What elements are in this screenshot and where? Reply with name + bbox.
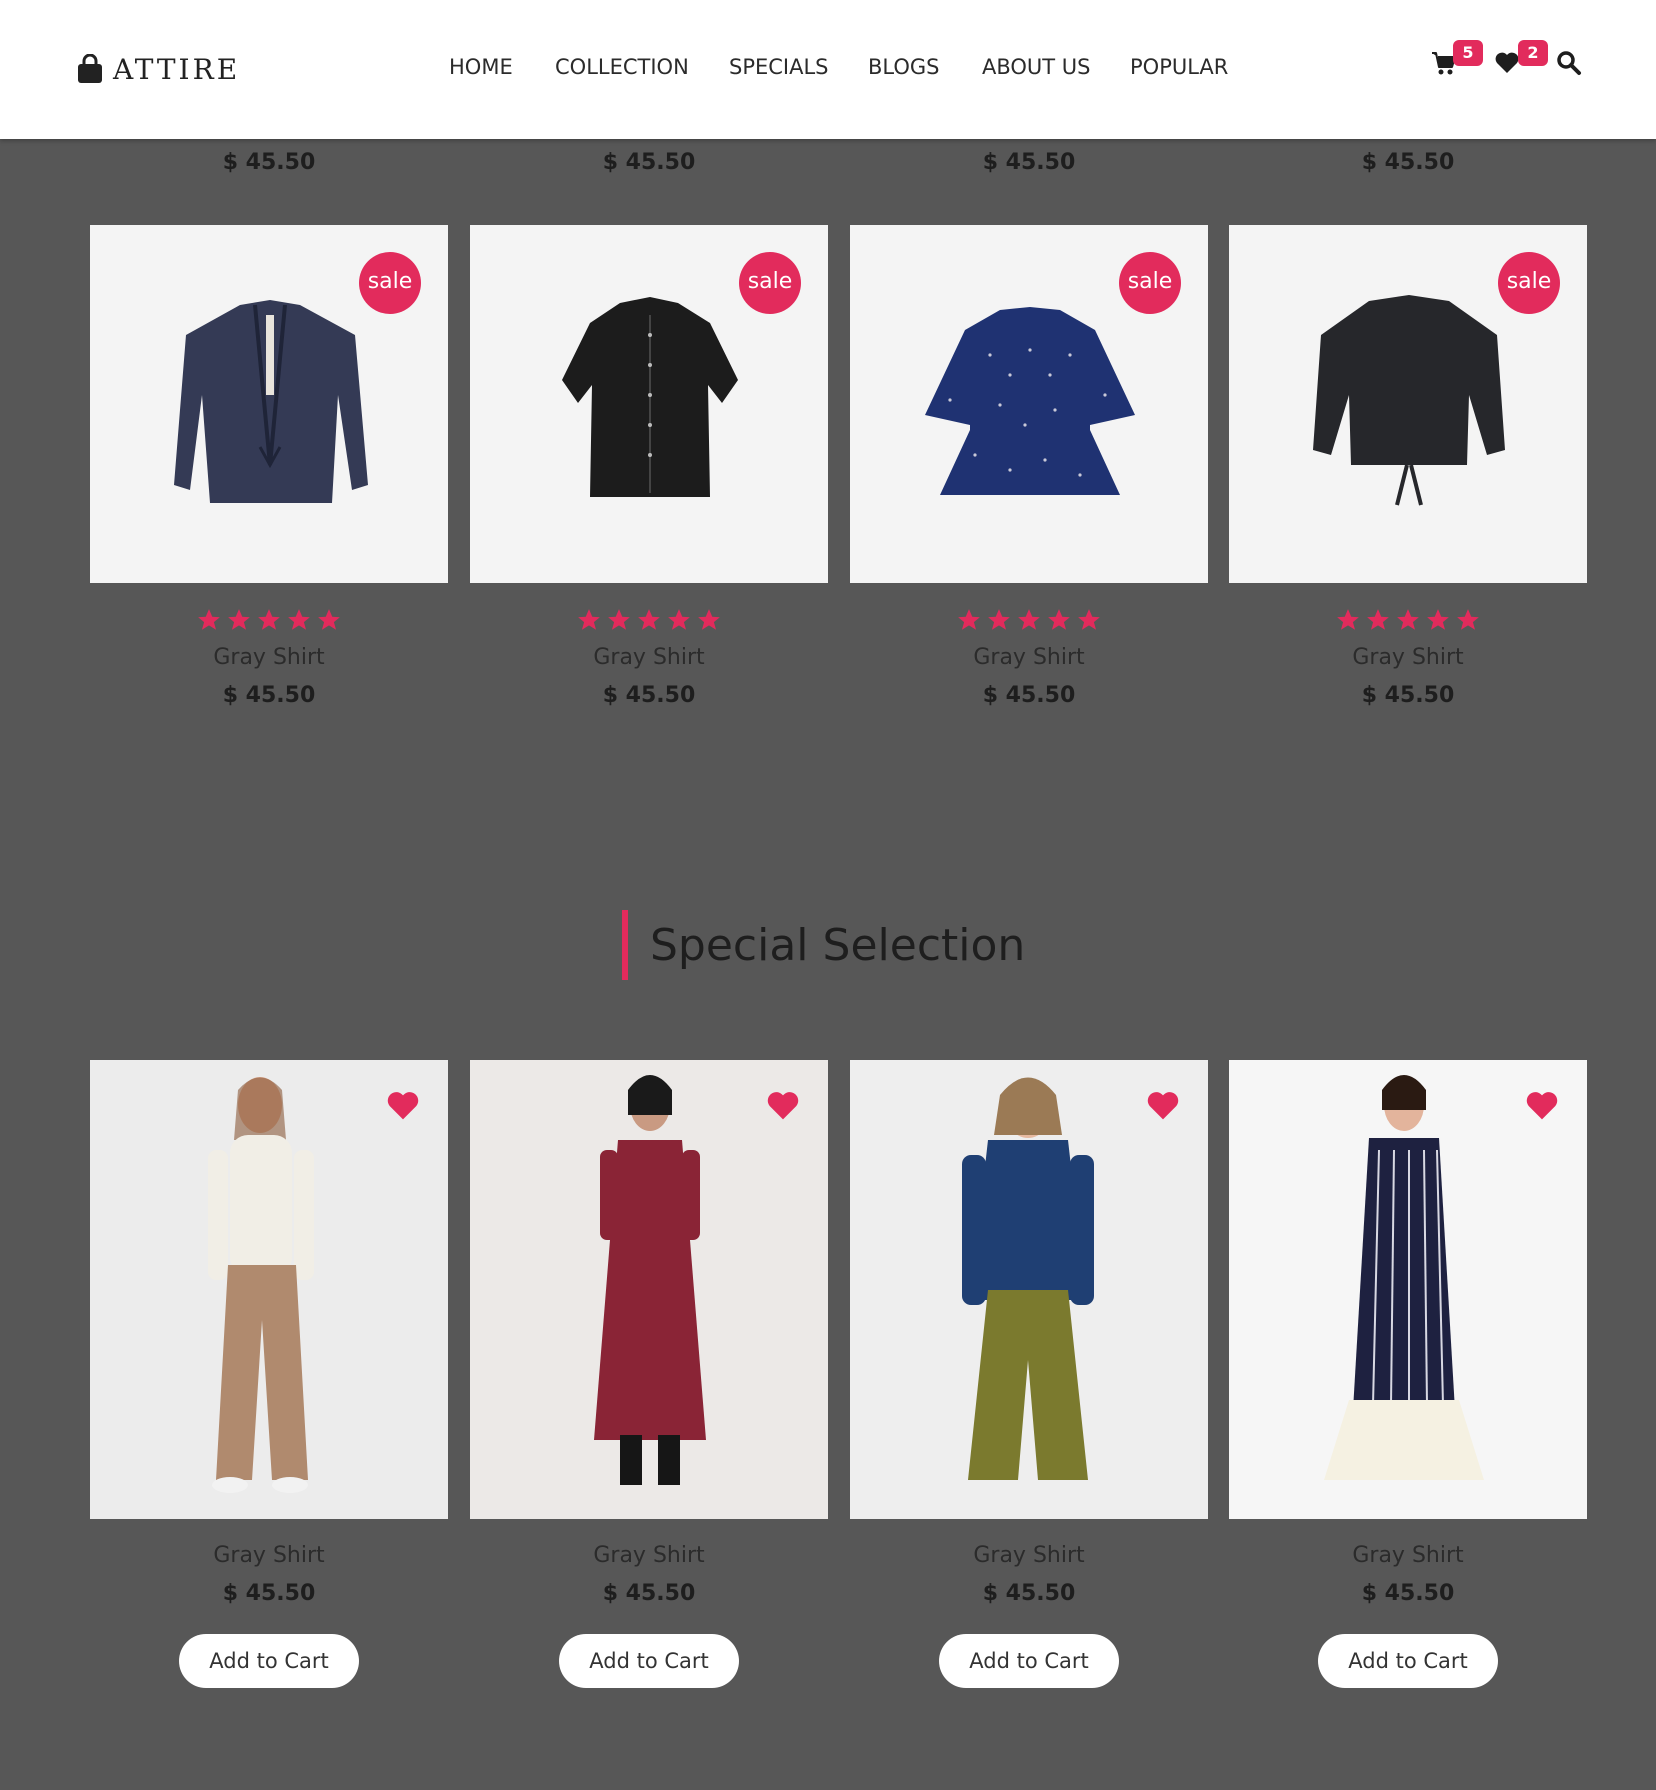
search-icon	[1557, 51, 1581, 75]
star-icon	[316, 607, 342, 633]
model-illustration	[208, 1077, 314, 1493]
product-price: $ 45.50	[602, 1581, 696, 1606]
heart-icon[interactable]	[765, 1090, 801, 1122]
product-image-maroon-kurta[interactable]	[470, 1060, 828, 1519]
product-name[interactable]: Gray Shirt	[90, 1543, 448, 1568]
section-heading: Special Selection	[622, 910, 1025, 980]
product-price: $ 45.50	[1361, 683, 1455, 708]
star-icon	[576, 607, 602, 633]
heart-icon[interactable]	[385, 1090, 421, 1122]
add-to-cart-button[interactable]: Add to Cart	[179, 1634, 359, 1688]
product-image-white-turtleneck[interactable]	[90, 1060, 448, 1519]
heart-icon	[1495, 52, 1519, 73]
star-rating	[1229, 607, 1587, 633]
product-price: $ 45.50	[222, 150, 316, 175]
product-image-denim-jacket[interactable]	[850, 1060, 1208, 1519]
star-icon	[1046, 607, 1072, 633]
product-image-navy-jacket[interactable]: sale	[90, 225, 448, 583]
star-icon	[1425, 607, 1451, 633]
star-icon	[636, 607, 662, 633]
star-icon	[606, 607, 632, 633]
product-price: $ 45.50	[982, 150, 1076, 175]
model-illustration	[962, 1077, 1094, 1480]
sale-badge: sale	[739, 252, 801, 314]
star-icon	[1365, 607, 1391, 633]
product-image-striped-kurta[interactable]	[1229, 1060, 1587, 1519]
heart-icon[interactable]	[1145, 1090, 1181, 1122]
product-price: $ 45.50	[602, 150, 696, 175]
star-icon	[226, 607, 252, 633]
product-price: $ 45.50	[222, 683, 316, 708]
star-icon	[1335, 607, 1361, 633]
product-name[interactable]: Gray Shirt	[470, 645, 828, 670]
sale-badge: sale	[1498, 252, 1560, 314]
star-icon	[1455, 607, 1481, 633]
title-accent-bar	[622, 910, 628, 980]
product-price: $ 45.50	[602, 683, 696, 708]
product-name[interactable]: Gray Shirt	[90, 645, 448, 670]
star-rating	[850, 607, 1208, 633]
star-icon	[696, 607, 722, 633]
add-to-cart-button[interactable]: Add to Cart	[939, 1634, 1119, 1688]
star-icon	[256, 607, 282, 633]
product-price: $ 45.50	[222, 1581, 316, 1606]
product-price: $ 45.50	[982, 1581, 1076, 1606]
star-rating	[470, 607, 828, 633]
product-image-polka-dot-top[interactable]: sale	[850, 225, 1208, 583]
star-icon	[666, 607, 692, 633]
star-icon	[286, 607, 312, 633]
product-image-black-shirt[interactable]: sale	[470, 225, 828, 583]
star-icon	[956, 607, 982, 633]
product-name[interactable]: Gray Shirt	[1229, 645, 1587, 670]
product-price: $ 45.50	[1361, 150, 1455, 175]
product-name[interactable]: Gray Shirt	[850, 645, 1208, 670]
header-actions: 5 2	[0, 30, 1656, 90]
sale-badge: sale	[1119, 252, 1181, 314]
product-image-black-batwing-top[interactable]: sale	[1229, 225, 1587, 583]
star-icon	[1395, 607, 1421, 633]
product-price: $ 45.50	[982, 683, 1076, 708]
star-icon	[1016, 607, 1042, 633]
site-header: ATTIRE HOME COLLECTION SPECIALS BLOGS AB…	[0, 0, 1656, 139]
model-illustration	[1324, 1075, 1484, 1480]
sale-badge: sale	[359, 252, 421, 314]
cart-button[interactable]: 5	[1431, 40, 1483, 86]
model-illustration	[594, 1075, 706, 1485]
heart-icon[interactable]	[1524, 1090, 1560, 1122]
product-name[interactable]: Gray Shirt	[470, 1543, 828, 1568]
wishlist-button[interactable]: 2	[1494, 40, 1548, 86]
search-button[interactable]	[1556, 50, 1592, 86]
product-price: $ 45.50	[1361, 1581, 1455, 1606]
product-name[interactable]: Gray Shirt	[850, 1543, 1208, 1568]
star-icon	[986, 607, 1012, 633]
star-rating	[90, 607, 448, 633]
add-to-cart-button[interactable]: Add to Cart	[1318, 1634, 1498, 1688]
product-name[interactable]: Gray Shirt	[1229, 1543, 1587, 1568]
star-icon	[1076, 607, 1102, 633]
cart-count-badge: 5	[1453, 40, 1483, 66]
star-icon	[196, 607, 222, 633]
section-title: Special Selection	[650, 919, 1026, 971]
add-to-cart-button[interactable]: Add to Cart	[559, 1634, 739, 1688]
wishlist-count-badge: 2	[1518, 40, 1548, 66]
